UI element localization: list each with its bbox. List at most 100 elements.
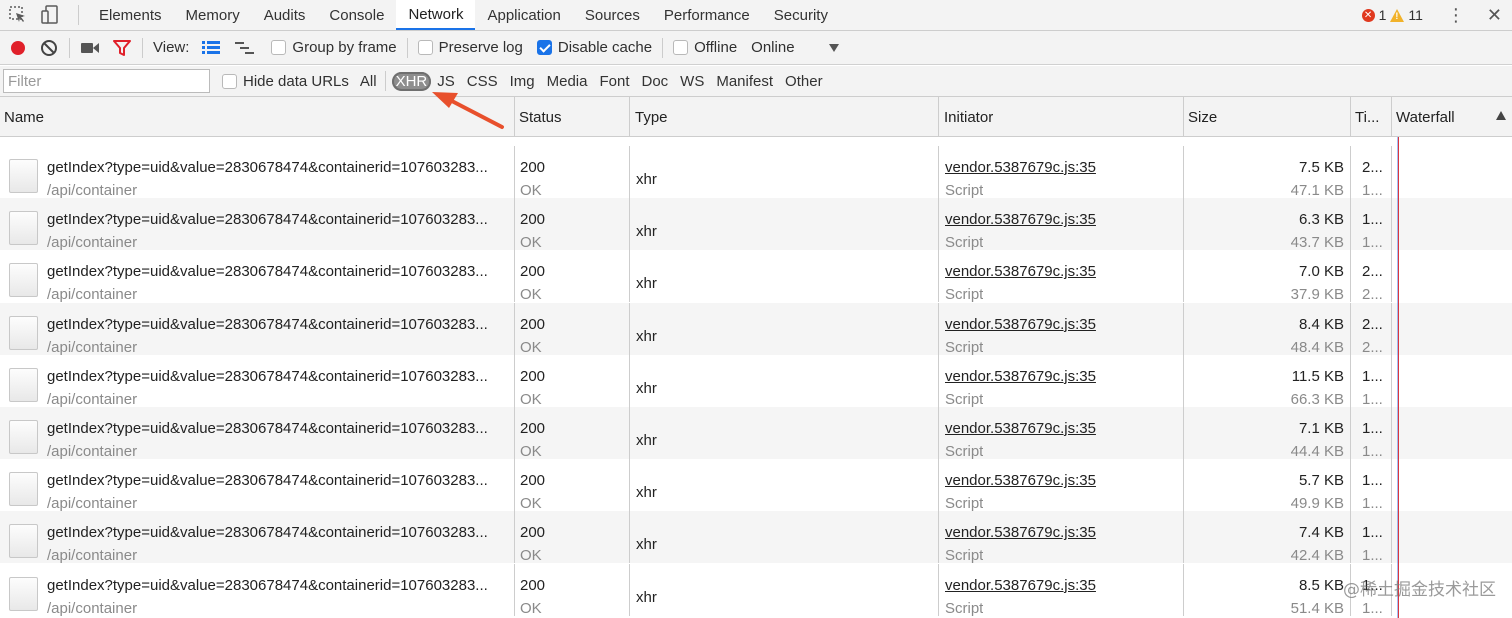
request-name[interactable]: getIndex?type=uid&value=2830678474&conta… <box>47 159 507 176</box>
table-row[interactable]: getIndex?type=uid&value=2830678474&conta… <box>0 459 1512 512</box>
tab-sources[interactable]: Sources <box>573 0 652 30</box>
column-header-time[interactable]: Ti... <box>1351 97 1392 137</box>
column-header-initiator[interactable]: Initiator <box>939 97 1184 137</box>
initiator-link[interactable]: vendor.5387679c.js:35 <box>945 263 1096 280</box>
warning-count[interactable]: 11 <box>1408 7 1423 23</box>
table-row[interactable]: getIndex?type=uid&value=2830678474&conta… <box>0 198 1512 251</box>
status-cell: 200 OK <box>515 198 630 251</box>
name-cell[interactable]: getIndex?type=uid&value=2830678474&conta… <box>0 146 515 199</box>
filter-type-all[interactable]: All <box>354 73 383 90</box>
name-cell[interactable]: getIndex?type=uid&value=2830678474&conta… <box>0 250 515 303</box>
waterfall-cell <box>1392 459 1512 511</box>
type-cell: xhr <box>630 354 939 407</box>
transfer-size: 7.5 KB <box>1298 159 1344 176</box>
preserve-log-checkbox[interactable] <box>417 40 433 55</box>
offline-checkbox[interactable] <box>673 40 689 55</box>
table-row[interactable]: getIndex?type=uid&value=2830678474&conta… <box>0 563 1512 617</box>
record-button[interactable] <box>11 40 25 55</box>
name-cell[interactable]: getIndex?type=uid&value=2830678474&conta… <box>0 563 515 617</box>
toolbar-divider <box>69 37 70 58</box>
transfer-size: 6.3 KB <box>1298 211 1344 229</box>
filter-type-img[interactable]: Img <box>504 73 541 90</box>
initiator-link[interactable]: vendor.5387679c.js:35 <box>945 420 1096 437</box>
initiator-link[interactable]: vendor.5387679c.js:35 <box>945 316 1096 333</box>
video-camera-icon[interactable] <box>80 38 100 58</box>
request-name[interactable]: getIndex?type=uid&value=2830678474&conta… <box>47 263 507 280</box>
overview-waterfall-icon[interactable] <box>235 38 255 58</box>
group-by-frame-toggle[interactable]: Group by frame <box>271 39 397 56</box>
request-name[interactable]: getIndex?type=uid&value=2830678474&conta… <box>47 472 507 489</box>
resource-size: 37.9 KB <box>1290 286 1344 304</box>
name-cell[interactable]: getIndex?type=uid&value=2830678474&conta… <box>0 302 515 356</box>
tab-network[interactable]: Network <box>396 0 476 30</box>
filter-type-ws[interactable]: WS <box>674 73 710 90</box>
tab-memory[interactable]: Memory <box>174 0 252 30</box>
table-row[interactable]: getIndex?type=uid&value=2830678474&conta… <box>0 511 1512 564</box>
initiator-link[interactable]: vendor.5387679c.js:35 <box>945 211 1096 228</box>
request-name[interactable]: getIndex?type=uid&value=2830678474&conta… <box>47 420 507 437</box>
request-name[interactable]: getIndex?type=uid&value=2830678474&conta… <box>47 524 507 541</box>
tab-audits[interactable]: Audits <box>252 0 318 30</box>
table-row[interactable]: getIndex?type=uid&value=2830678474&conta… <box>0 354 1512 408</box>
column-header-type[interactable]: Type <box>630 97 939 137</box>
error-count[interactable]: 1 <box>1379 7 1387 23</box>
more-options-icon[interactable]: ⋮ <box>1447 6 1465 24</box>
preserve-log-toggle[interactable]: Preserve log <box>417 39 523 56</box>
tab-performance[interactable]: Performance <box>652 0 762 30</box>
offline-toggle[interactable]: Offline <box>673 39 737 56</box>
throttling-value: Online <box>751 39 795 56</box>
large-rows-icon[interactable] <box>201 38 221 58</box>
column-header-name[interactable]: Name <box>0 97 515 137</box>
tab-application[interactable]: Application <box>475 0 572 30</box>
table-row[interactable]: getIndex?type=uid&value=2830678474&conta… <box>0 302 1512 356</box>
initiator-link[interactable]: vendor.5387679c.js:35 <box>945 368 1096 385</box>
request-name[interactable]: getIndex?type=uid&value=2830678474&conta… <box>47 211 507 228</box>
name-cell[interactable]: getIndex?type=uid&value=2830678474&conta… <box>0 198 515 251</box>
disable-cache-toggle[interactable]: Disable cache <box>536 39 652 56</box>
request-name[interactable]: getIndex?type=uid&value=2830678474&conta… <box>47 368 507 385</box>
column-header-size[interactable]: Size <box>1184 97 1351 137</box>
device-toolbar-icon[interactable] <box>40 5 60 25</box>
column-header-waterfall[interactable]: Waterfall <box>1392 97 1512 137</box>
filter-type-other[interactable]: Other <box>779 73 829 90</box>
name-cell[interactable]: getIndex?type=uid&value=2830678474&conta… <box>0 459 515 512</box>
tab-console[interactable]: Console <box>317 0 396 30</box>
request-name[interactable]: getIndex?type=uid&value=2830678474&conta… <box>47 577 507 594</box>
sort-ascending-icon <box>1496 111 1506 120</box>
initiator-link[interactable]: vendor.5387679c.js:35 <box>945 159 1096 176</box>
initiator-link[interactable]: vendor.5387679c.js:35 <box>945 472 1096 489</box>
table-row[interactable]: getIndex?type=uid&value=2830678474&conta… <box>0 250 1512 304</box>
disable-cache-checkbox[interactable] <box>536 40 552 55</box>
filter-type-xhr[interactable]: XHR <box>391 71 432 91</box>
column-header-status[interactable]: Status <box>515 97 630 137</box>
status-text: OK <box>520 338 542 356</box>
initiator-link[interactable]: vendor.5387679c.js:35 <box>945 577 1096 594</box>
filter-type-js[interactable]: JS <box>431 73 461 90</box>
time-cell: 2... 2... <box>1351 302 1392 356</box>
inspect-element-icon[interactable] <box>8 5 28 25</box>
filter-type-css[interactable]: CSS <box>461 73 504 90</box>
filter-type-manifest[interactable]: Manifest <box>710 73 779 90</box>
name-cell[interactable]: getIndex?type=uid&value=2830678474&conta… <box>0 354 515 408</box>
tab-elements[interactable]: Elements <box>87 0 174 30</box>
close-icon[interactable]: ✕ <box>1487 5 1502 26</box>
tab-security[interactable]: Security <box>762 0 840 30</box>
name-cell[interactable]: getIndex?type=uid&value=2830678474&conta… <box>0 511 515 564</box>
group-by-frame-checkbox[interactable] <box>271 40 287 55</box>
filter-funnel-icon[interactable] <box>112 38 132 58</box>
filter-type-media[interactable]: Media <box>541 73 594 90</box>
waterfall-cell <box>1392 407 1512 459</box>
initiator-link[interactable]: vendor.5387679c.js:35 <box>945 524 1096 541</box>
type-cell: xhr <box>630 407 939 459</box>
filter-type-doc[interactable]: Doc <box>635 73 674 90</box>
filter-input[interactable] <box>3 69 210 93</box>
name-cell[interactable]: getIndex?type=uid&value=2830678474&conta… <box>0 407 515 460</box>
hide-data-urls-toggle[interactable]: Hide data URLs <box>222 73 349 90</box>
table-row[interactable]: getIndex?type=uid&value=2830678474&conta… <box>0 146 1512 199</box>
hide-data-urls-checkbox[interactable] <box>222 73 237 89</box>
filter-type-font[interactable]: Font <box>593 73 635 90</box>
request-name[interactable]: getIndex?type=uid&value=2830678474&conta… <box>47 316 507 333</box>
table-row[interactable]: getIndex?type=uid&value=2830678474&conta… <box>0 407 1512 460</box>
clear-icon[interactable] <box>39 38 59 58</box>
throttling-select[interactable]: Online <box>751 39 839 56</box>
